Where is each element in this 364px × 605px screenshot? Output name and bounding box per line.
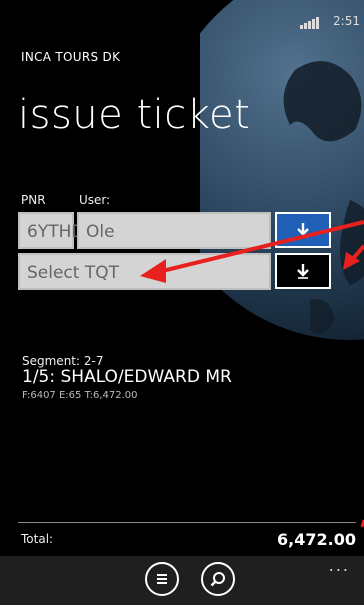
total-value: 6,472.00 — [277, 530, 356, 549]
user-dropdown-button[interactable] — [275, 212, 331, 248]
passenger-name[interactable]: 1/5: SHALO/EDWARD MR — [22, 367, 232, 387]
download-arrow-icon — [297, 264, 309, 279]
pnr-label: PNR — [21, 193, 46, 207]
search-button[interactable] — [201, 562, 235, 596]
menu-button[interactable] — [145, 562, 179, 596]
status-bar: 2:51 — [0, 0, 364, 40]
user-label: User: — [79, 193, 111, 207]
signal-icon — [300, 14, 320, 33]
app-title: INCA TOURS DK — [21, 50, 121, 64]
user-field[interactable]: Ole — [77, 212, 271, 249]
more-options-button[interactable]: ... — [329, 556, 350, 575]
total-label: Total: — [21, 532, 54, 546]
segment-label: Segment: 2-7 — [22, 354, 104, 368]
tqt-select-field[interactable]: Select TQT — [18, 253, 271, 290]
search-icon — [210, 572, 225, 587]
fare-breakdown: F:6407 E:65 T:6,472.00 — [22, 390, 138, 401]
list-menu-icon — [157, 574, 167, 584]
total-divider — [18, 522, 356, 523]
page-title: issue ticket — [18, 92, 251, 138]
app-bar: ... — [0, 556, 364, 605]
tqt-dropdown-button[interactable] — [275, 253, 331, 289]
status-time: 2:51 — [333, 14, 360, 28]
pnr-field[interactable]: 6YTHD5 — [18, 212, 95, 249]
annotation-arrows — [140, 220, 364, 528]
download-arrow-icon — [297, 223, 309, 238]
